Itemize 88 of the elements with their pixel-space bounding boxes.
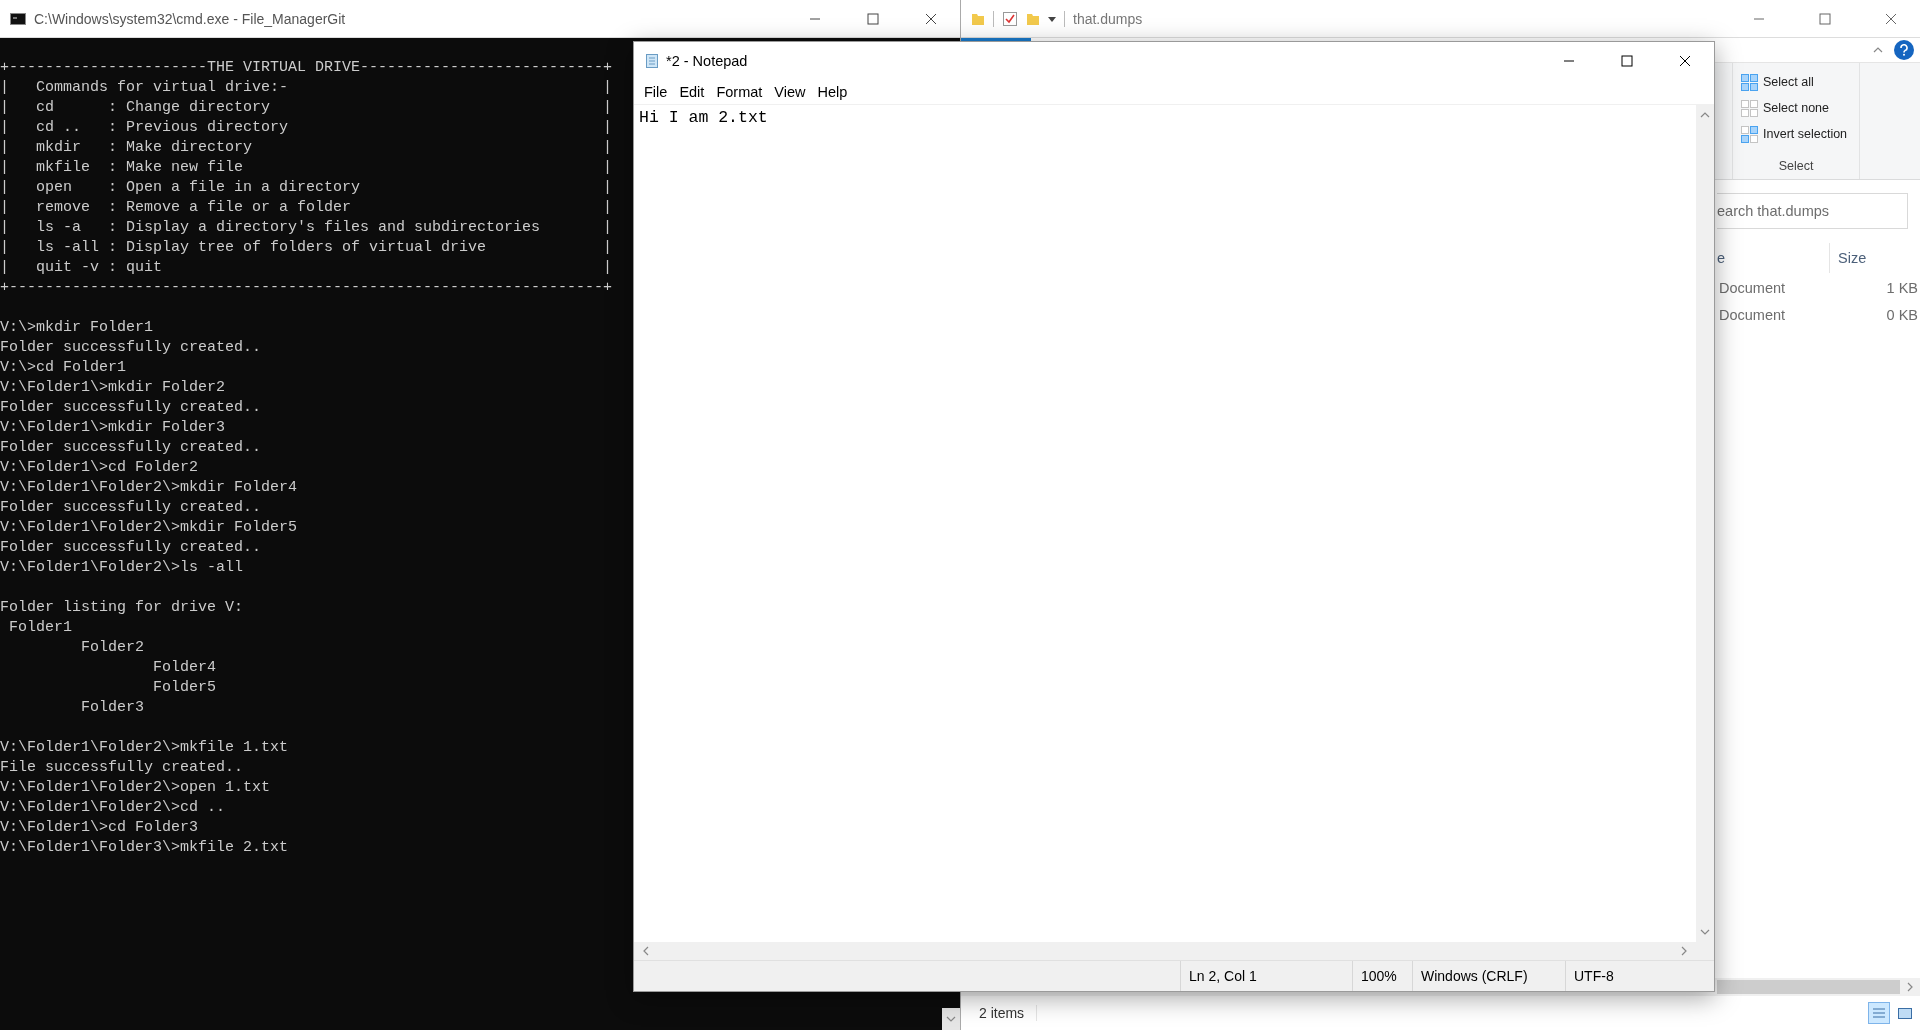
- terminal-line: V:\Folder1\Folder2\>open 1.txt: [0, 778, 271, 798]
- folder-entry: Folder2: [80, 638, 144, 658]
- terminal-line: V:\Folder1\Folder2\>ls -all: [0, 558, 244, 578]
- terminal-line: Folder successfully created..: [0, 438, 262, 458]
- terminal-line: | open : Open a file in a directory: [0, 178, 362, 198]
- terminal-line: | ls -all : Display tree of folders of virtual drive: [0, 238, 488, 258]
- terminal-line: | mkfile : Make new file: [0, 158, 245, 178]
- column-header[interactable]: Size: [1838, 250, 1867, 266]
- terminal-line: File successfully created..: [0, 758, 244, 778]
- ribbon-command[interactable]: Select all: [1763, 75, 1814, 89]
- close-icon[interactable]: [1679, 55, 1691, 67]
- scrollbar-thumb[interactable]: [1717, 980, 1900, 994]
- menu-item[interactable]: File: [638, 84, 674, 100]
- maximize-icon[interactable]: [1621, 55, 1633, 67]
- ribbon-command[interactable]: Select none: [1763, 101, 1830, 115]
- status-field: UTF-8: [1565, 961, 1690, 991]
- terminal-line: V:\Folder1\Folder2\>cd ..: [0, 798, 226, 818]
- status-field: Ln 2, Col 1: [1180, 961, 1352, 991]
- terminal-line: Folder listing for drive V:: [0, 598, 244, 618]
- terminal-line: V:\Folder1\Folder2\>mkfile 1.txt: [0, 738, 289, 758]
- table-cell-text: Document: [1719, 306, 1787, 323]
- terminal-line: +----------------------THE VIRTUAL DRIVE---------------------------+: [0, 58, 613, 78]
- terminal-line: | cd .. : Previous directory: [0, 118, 290, 138]
- terminal-line: V:\Folder1\>cd Folder2: [0, 458, 199, 478]
- box-border: |: [603, 98, 613, 118]
- folder-entry: Folder1: [8, 618, 72, 638]
- box-border: |: [603, 78, 613, 98]
- column-header[interactable]: e: [1717, 250, 1829, 266]
- terminal-line: +------------------------------------------------------------------+: [0, 278, 613, 298]
- search-field[interactable]: earch that.dumps: [1717, 193, 1908, 229]
- terminal-line: | mkdir : Make directory: [0, 138, 254, 158]
- box-border: |: [603, 138, 613, 158]
- terminal-line: | cd : Change directory: [0, 98, 272, 118]
- window-title: C:\Windows\system32\cmd.exe - File_ManagerGit: [34, 10, 346, 27]
- terminal-line: V:\>mkdir Folder1: [0, 318, 154, 338]
- status-field: Windows (CRLF): [1412, 961, 1565, 991]
- box-border: |: [603, 158, 613, 178]
- select-icon: [1741, 73, 1758, 91]
- checkmark-icon[interactable]: [1002, 10, 1018, 27]
- help-icon[interactable]: [1894, 40, 1914, 60]
- menu-item[interactable]: Format: [710, 84, 769, 100]
- folder-entry: Folder3: [80, 698, 144, 718]
- box-border: |: [603, 238, 613, 258]
- window-title: that.dumps: [1073, 10, 1143, 27]
- table-cell-text: 0 KB: [1885, 306, 1918, 323]
- notepad-icon: [644, 53, 660, 69]
- menu-item[interactable]: View: [768, 84, 812, 100]
- box-border: |: [603, 118, 613, 138]
- ribbon-command[interactable]: Invert selection: [1763, 127, 1848, 141]
- terminal-line: Folder successfully created..: [0, 398, 262, 418]
- table-cell-text: Document: [1719, 279, 1787, 296]
- select-icon: [1741, 125, 1758, 143]
- terminal-line: Folder successfully created..: [0, 538, 262, 558]
- maximize-icon[interactable]: [867, 12, 879, 25]
- dropdown-icon[interactable]: [1048, 14, 1056, 23]
- menu-item[interactable]: Edit: [673, 84, 711, 100]
- select-icon: [1741, 99, 1758, 117]
- window-title: *2 - Notepad: [666, 53, 748, 69]
- box-border: |: [603, 178, 613, 198]
- terminal-line: Folder successfully created..: [0, 338, 262, 358]
- scroll-down-button[interactable]: [942, 1008, 960, 1030]
- terminal-line: | Commands for virtual drive:-: [0, 78, 290, 98]
- terminal-line: V:\Folder1\Folder3\>mkfile 2.txt: [0, 838, 289, 858]
- status-field: 100%: [1352, 961, 1412, 991]
- terminal-icon: [10, 12, 26, 25]
- terminal-line: V:\Folder1\>mkdir Folder2: [0, 378, 226, 398]
- folder-entry: Folder4: [152, 658, 217, 678]
- box-border: |: [603, 258, 613, 278]
- box-border: |: [603, 218, 613, 238]
- terminal-line: V:\Folder1\>cd Folder3: [0, 818, 199, 838]
- terminal-line: V:\Folder1\Folder2\>mkdir Folder4: [0, 478, 298, 498]
- menu-item[interactable]: Help: [811, 84, 854, 100]
- group-label: Select: [1778, 159, 1814, 173]
- folder-icon: [971, 11, 985, 26]
- terminal-line: | remove : Remove a file or a folder: [0, 198, 353, 218]
- item-count: 2 items: [979, 1005, 1038, 1021]
- terminal-line: V:\Folder1\Folder2\>mkdir Folder5: [0, 518, 298, 538]
- folder-icon[interactable]: [1026, 11, 1040, 26]
- text-area[interactable]: Hi I am 2.txt: [634, 105, 1696, 942]
- terminal-line: Folder successfully created..: [0, 498, 262, 518]
- box-border: |: [603, 198, 613, 218]
- terminal-line: | quit -v : quit: [0, 258, 164, 278]
- table-cell-text: 1 KB: [1885, 279, 1918, 296]
- terminal-line: | ls -a : Display a directory's files and subdirectories: [0, 218, 542, 238]
- terminal-line: V:\Folder1\>mkdir Folder3: [0, 418, 226, 438]
- folder-entry: Folder5: [152, 678, 217, 698]
- close-icon[interactable]: [925, 12, 937, 25]
- terminal-line: V:\>cd Folder1: [0, 358, 127, 378]
